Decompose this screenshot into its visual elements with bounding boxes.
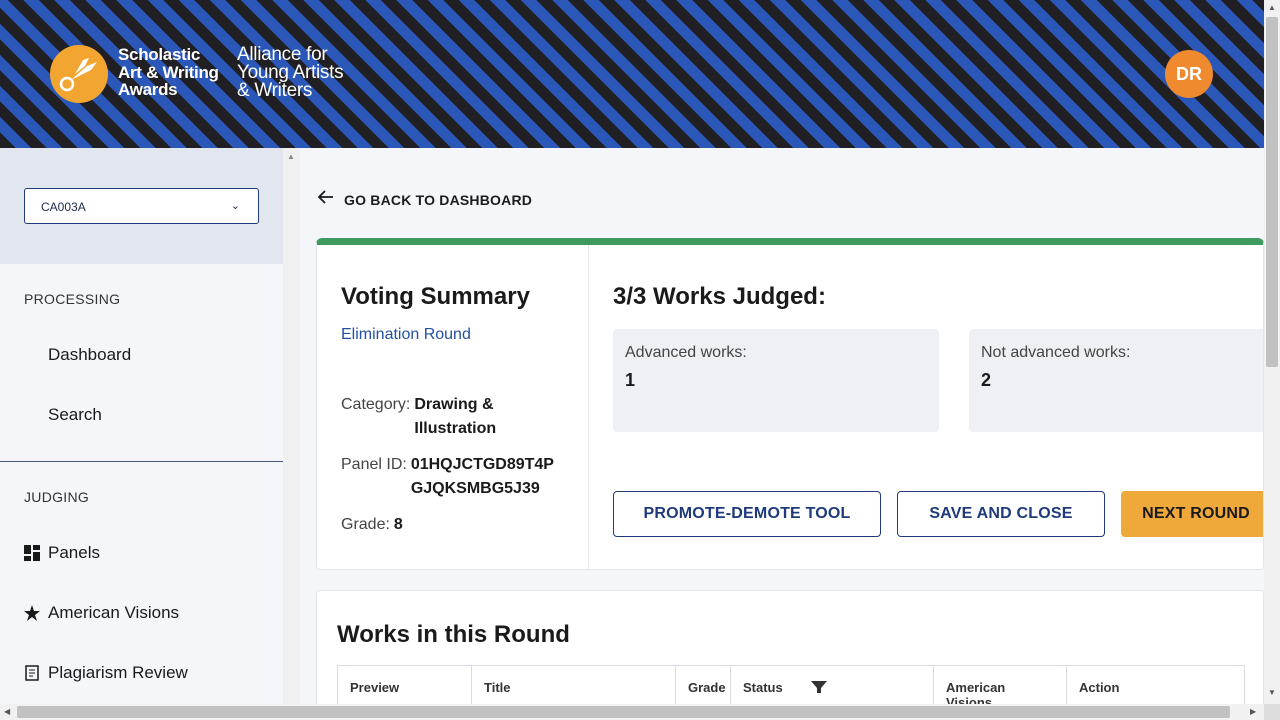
panel-id-row: Panel ID: 01HQJCTGD89T4P GJQKSMBG5J39 <box>341 453 554 501</box>
judging-section-label: JUDGING <box>24 489 90 505</box>
not-advanced-works-stat: Not advanced works: 2 <box>969 329 1263 432</box>
grade-label: Grade: <box>341 516 390 533</box>
category-row: Category: Drawing & Illustration <box>341 393 496 441</box>
back-to-dashboard-link[interactable]: GO BACK TO DASHBOARD <box>317 190 533 209</box>
summary-details: Voting Summary Elimination Round Categor… <box>317 245 589 569</box>
scroll-up-icon[interactable]: ▲ <box>1268 3 1276 12</box>
sidebar-scrollbar[interactable]: ▲ <box>283 148 300 704</box>
summary-title: Voting Summary <box>341 283 530 310</box>
works-table-header: Preview Title Grade Status American Visi… <box>337 665 1245 710</box>
site-header: Scholastic Art & Writing Awards Alliance… <box>0 0 1264 148</box>
sidebar-item-panels[interactable]: Panels <box>24 543 100 563</box>
voting-summary-card: Voting Summary Elimination Round Categor… <box>316 238 1264 570</box>
scrollbar-corner <box>1264 704 1280 720</box>
horizontal-scroll-thumb[interactable] <box>17 706 1230 718</box>
column-action[interactable]: Action <box>1067 666 1244 708</box>
grade-row: Grade: 8 <box>341 513 403 537</box>
back-link-label: GO BACK TO DASHBOARD <box>344 191 533 208</box>
page-vertical-scrollbar[interactable]: ▲ ▼ <box>1264 0 1280 704</box>
document-icon <box>24 665 40 681</box>
round-label: Elimination Round <box>341 326 471 343</box>
column-grade[interactable]: Grade <box>676 666 731 708</box>
sidebar-item-label: Panels <box>48 543 100 562</box>
star-icon <box>24 605 40 621</box>
column-title[interactable]: Title <box>472 666 676 708</box>
column-status[interactable]: Status <box>731 666 934 708</box>
brand-name: Scholastic Art & Writing Awards <box>118 45 219 99</box>
category-value: Drawing & Illustration <box>414 396 497 437</box>
sidebar-item-label: Plagiarism Review <box>48 663 188 682</box>
sidebar-item-plagiarism-review[interactable]: Plagiarism Review <box>24 663 188 683</box>
scroll-left-icon[interactable]: ◀ <box>4 707 10 716</box>
works-title: Works in this Round <box>337 621 570 648</box>
save-and-close-button[interactable]: SAVE AND CLOSE <box>897 491 1105 537</box>
advanced-works-label: Advanced works: <box>625 344 747 361</box>
scholastic-logo-icon[interactable] <box>50 45 108 103</box>
vertical-scroll-thumb[interactable] <box>1266 17 1278 367</box>
column-status-label: Status <box>743 680 783 695</box>
sidebar-item-dashboard[interactable]: Dashboard <box>48 345 131 365</box>
main-content: GO BACK TO DASHBOARD Voting Summary Elim… <box>300 148 1264 710</box>
advanced-works-stat: Advanced works: 1 <box>613 329 939 432</box>
sidebar-item-label: American Visions <box>48 603 180 622</box>
works-in-round-card: Works in this Round Preview Title Grade … <box>316 590 1264 710</box>
panel-id-label: Panel ID: <box>341 456 407 473</box>
panel-select-value: CA003A <box>41 200 86 214</box>
scroll-down-icon[interactable]: ▼ <box>1268 688 1276 697</box>
processing-section-label: PROCESSING <box>24 291 121 307</box>
advanced-works-value: 1 <box>625 370 636 390</box>
works-judged-title: 3/3 Works Judged: <box>613 283 826 310</box>
grade-value: 8 <box>393 516 403 533</box>
panel-id-value: 01HQJCTGD89T4P GJQKSMBG5J39 <box>410 456 554 497</box>
sidebar-item-search[interactable]: Search <box>48 405 102 425</box>
scroll-right-icon[interactable]: ▶ <box>1250 707 1256 716</box>
brand-tagline: Alliance for Young Artists & Writers <box>237 44 344 101</box>
scroll-up-icon[interactable]: ▲ <box>287 152 295 161</box>
column-american-visions[interactable]: American Visions <box>934 666 1067 710</box>
user-avatar[interactable]: DR <box>1165 50 1213 98</box>
sidebar: CA003A ⌄ PROCESSING Dashboard Search JUD… <box>0 148 283 704</box>
promote-demote-button[interactable]: PROMOTE-DEMOTE TOOL <box>613 491 881 537</box>
category-label: Category: <box>341 396 411 413</box>
sidebar-divider <box>0 461 283 462</box>
chevron-down-icon: ⌄ <box>230 200 240 212</box>
sidebar-item-american-visions[interactable]: American Visions <box>24 603 179 623</box>
grid-icon <box>24 545 40 561</box>
page-horizontal-scrollbar[interactable]: ◀ ▶ <box>0 704 1264 720</box>
not-advanced-works-value: 2 <box>981 370 992 390</box>
next-round-button[interactable]: NEXT ROUND <box>1121 491 1263 537</box>
filter-icon[interactable] <box>810 680 827 697</box>
panel-selector-area: CA003A ⌄ <box>0 148 283 264</box>
column-preview[interactable]: Preview <box>338 666 472 708</box>
not-advanced-works-label: Not advanced works: <box>981 344 1131 361</box>
arrow-left-icon <box>317 190 334 209</box>
panel-select[interactable]: CA003A ⌄ <box>24 188 259 224</box>
